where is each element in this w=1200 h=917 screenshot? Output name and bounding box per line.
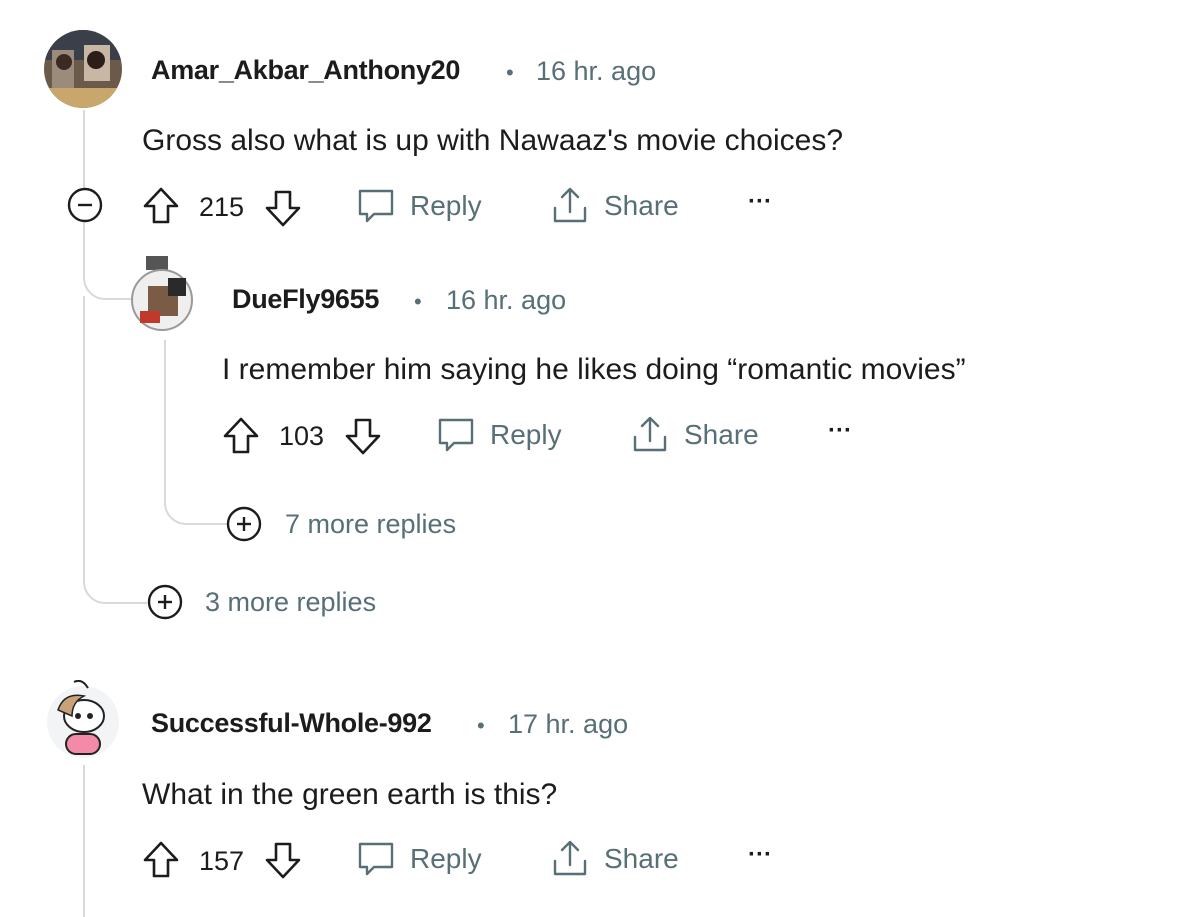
thread-line: [83, 765, 85, 917]
more-options-button[interactable]: ···: [828, 417, 852, 445]
expand-replies-button[interactable]: [225, 505, 263, 543]
downvote-button[interactable]: [264, 840, 302, 880]
comment-timestamp[interactable]: 16 hr. ago: [536, 56, 656, 87]
more-replies-link[interactable]: 7 more replies: [285, 509, 456, 540]
share-label: Share: [684, 419, 759, 450]
comment-body: Gross also what is up with Nawaaz's movi…: [142, 124, 844, 157]
share-label: Share: [604, 843, 679, 874]
thread-line: [83, 110, 85, 194]
arrow-up-icon: [143, 841, 179, 878]
avatar-image: [47, 680, 119, 758]
minus-circle-icon: [67, 187, 103, 223]
meta-separator: •: [414, 289, 422, 314]
avatar-image: [131, 256, 193, 331]
more-options-button[interactable]: ···: [748, 188, 772, 216]
comment-timestamp[interactable]: 17 hr. ago: [508, 709, 628, 740]
share-icon: [633, 416, 667, 452]
comment-author[interactable]: Amar_Akbar_Anthony20: [151, 55, 460, 86]
share-label: Share: [604, 190, 679, 221]
thread-line: [83, 296, 85, 576]
vote-score: 157: [199, 846, 245, 876]
avatar[interactable]: [44, 30, 122, 108]
expand-replies-button[interactable]: [146, 583, 184, 621]
comment-icon: [438, 418, 474, 452]
meta-separator: •: [506, 60, 514, 85]
thread-connector: [83, 540, 147, 604]
comment-author[interactable]: DueFly9655: [232, 284, 379, 315]
upvote-button[interactable]: [142, 840, 180, 880]
arrow-up-icon: [223, 417, 259, 454]
reply-label: Reply: [410, 843, 482, 874]
share-button[interactable]: Share: [550, 186, 679, 226]
reply-label: Reply: [490, 419, 562, 450]
reply-button[interactable]: Reply: [436, 415, 562, 455]
arrow-down-icon: [345, 418, 381, 455]
comment-body: What in the green earth is this?: [142, 778, 558, 811]
upvote-button[interactable]: [222, 416, 260, 456]
downvote-button[interactable]: [264, 188, 302, 228]
share-button[interactable]: Share: [630, 415, 759, 455]
comment-icon: [358, 842, 394, 876]
plus-circle-icon: [226, 506, 262, 542]
reply-label: Reply: [410, 190, 482, 221]
vote-score: 103: [279, 421, 325, 451]
upvote-button[interactable]: [142, 186, 180, 226]
collapse-thread-button[interactable]: [66, 186, 104, 224]
meta-separator: •: [477, 713, 485, 738]
comment-timestamp[interactable]: 16 hr. ago: [446, 285, 566, 316]
comment-body: I remember him saying he likes doing “ro…: [222, 353, 966, 386]
avatar-image: [44, 30, 122, 108]
vote-score: 215: [199, 192, 245, 222]
comment-icon: [358, 189, 394, 223]
arrow-up-icon: [143, 187, 179, 224]
share-icon: [553, 840, 587, 876]
arrow-down-icon: [265, 190, 301, 227]
more-replies-link[interactable]: 3 more replies: [205, 587, 376, 618]
share-icon: [553, 187, 587, 223]
reply-button[interactable]: Reply: [356, 186, 482, 226]
downvote-button[interactable]: [344, 416, 382, 456]
plus-circle-icon: [147, 584, 183, 620]
share-button[interactable]: Share: [550, 839, 679, 879]
comment-author[interactable]: Successful-Whole-992: [151, 708, 432, 739]
avatar[interactable]: [44, 680, 122, 760]
more-options-button[interactable]: ···: [748, 841, 772, 869]
thread-connector: [164, 340, 228, 525]
reply-button[interactable]: Reply: [356, 839, 482, 879]
avatar[interactable]: [128, 256, 202, 334]
arrow-down-icon: [265, 842, 301, 879]
